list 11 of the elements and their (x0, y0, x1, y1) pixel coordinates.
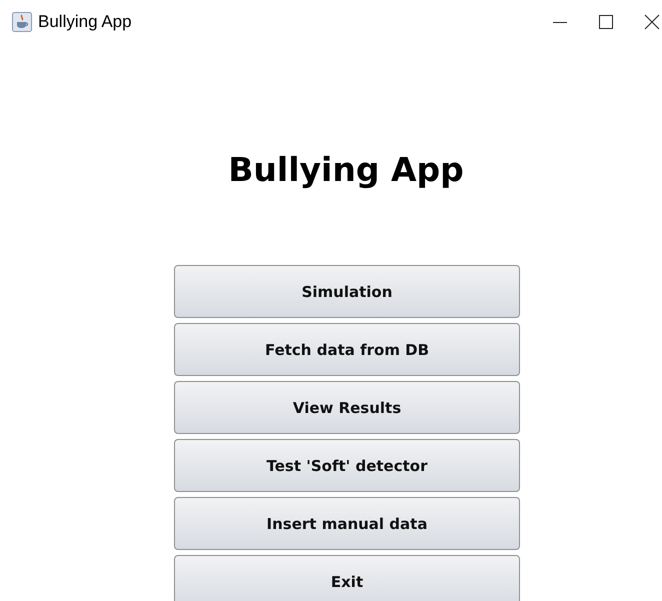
app-heading: Bullying App (228, 149, 464, 191)
window-title: Bullying App (38, 12, 132, 32)
maximize-icon[interactable] (598, 14, 614, 30)
coffee-cup-icon (12, 12, 32, 32)
menu-button[interactable]: Insert manual data (174, 497, 520, 550)
menu-button[interactable]: Test 'Soft' detector (174, 439, 520, 492)
menu-button[interactable]: Exit (174, 555, 520, 601)
menu-button[interactable]: Simulation (174, 265, 520, 318)
menu-button[interactable]: View Results (174, 381, 520, 434)
menu-button[interactable]: Fetch data from DB (174, 323, 520, 376)
close-icon[interactable] (644, 14, 660, 30)
